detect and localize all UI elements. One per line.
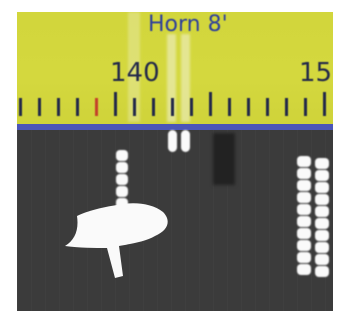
shadow-marker — [213, 133, 235, 185]
note-block[interactable] — [168, 130, 177, 152]
ruler-tick — [266, 98, 269, 116]
ruler-tick — [19, 98, 22, 116]
note-column[interactable] — [297, 156, 311, 275]
note-cluster[interactable] — [57, 150, 177, 280]
ruler-tick — [152, 98, 155, 116]
note-block[interactable] — [181, 130, 190, 152]
ruler-tick — [285, 98, 288, 116]
piano-roll-view: Horn 8' 140 150 — [17, 12, 333, 311]
ruler-tick — [133, 98, 136, 116]
ruler-tick — [304, 98, 307, 116]
ruler-tick — [76, 98, 79, 116]
ruler-tick — [247, 98, 250, 116]
ruler-tick — [114, 92, 117, 116]
playhead-marker[interactable] — [95, 98, 98, 116]
ruler-tick — [57, 98, 60, 116]
ruler-tick — [171, 98, 174, 116]
ruler-tick — [190, 98, 193, 116]
ruler-tick — [209, 92, 212, 116]
note-column[interactable] — [315, 158, 329, 277]
ruler-tick — [38, 98, 41, 116]
ruler-tick — [323, 92, 326, 116]
ruler-tick — [228, 98, 231, 116]
ruler-ticks — [17, 12, 333, 124]
timeline-ruler[interactable]: Horn 8' 140 150 — [17, 12, 333, 124]
